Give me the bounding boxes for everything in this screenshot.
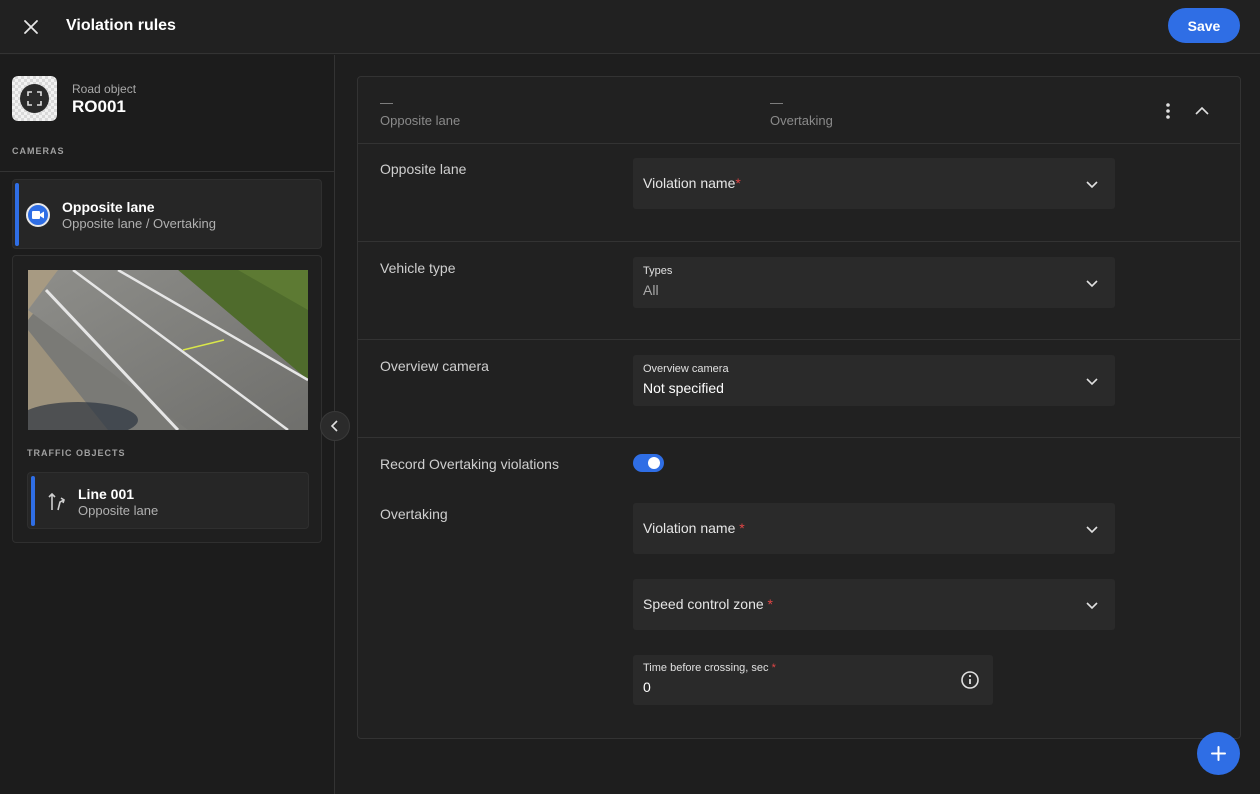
required-mark: *: [735, 175, 741, 191]
vehicle-type-select[interactable]: Types All: [633, 257, 1115, 308]
time-before-crossing-field[interactable]: Time before crossing, sec * 0: [633, 655, 993, 705]
traffic-object-item[interactable]: Line 001 Opposite lane: [27, 472, 309, 529]
chevron-up-icon[interactable]: [1192, 101, 1212, 121]
field-floating-label: Time before crossing, sec *: [643, 662, 776, 674]
select-label: Speed control zone *: [643, 596, 773, 612]
header-column-opposite-lane: — Opposite lane: [380, 95, 460, 128]
select-label: Violation name*: [643, 175, 741, 191]
header-label: Overtaking: [770, 113, 833, 128]
select-floating-label: Overview camera: [643, 363, 729, 375]
save-button[interactable]: Save: [1168, 8, 1240, 43]
camera-name: Opposite lane: [62, 199, 155, 215]
expand-icon: [27, 91, 42, 106]
selected-indicator: [31, 476, 35, 526]
required-mark: *: [767, 596, 773, 612]
collapse-sidebar-button[interactable]: [320, 411, 350, 441]
required-mark: *: [771, 662, 776, 674]
plus-icon: [1211, 746, 1226, 761]
info-icon[interactable]: [960, 670, 980, 690]
overtaking-violation-select[interactable]: Violation name *: [633, 503, 1115, 554]
record-overtaking-label: Record Overtaking violations: [380, 456, 559, 472]
overview-camera-label: Overview camera: [380, 358, 489, 374]
header-dash: —: [380, 95, 393, 110]
divider: [358, 143, 1240, 144]
chevron-left-icon: [330, 420, 338, 432]
close-icon[interactable]: [18, 14, 44, 40]
chevron-down-icon: [1085, 177, 1099, 191]
chevron-down-icon: [1085, 598, 1099, 612]
divider: [358, 339, 1240, 340]
more-options-icon[interactable]: [1160, 101, 1176, 121]
selected-indicator: [15, 183, 19, 246]
chevron-down-icon: [1085, 374, 1099, 388]
select-label: Violation name *: [643, 520, 745, 536]
divider: [358, 241, 1240, 242]
opposite-lane-violation-select[interactable]: Violation name*: [633, 158, 1115, 209]
chevron-down-icon: [1085, 522, 1099, 536]
left-sidebar: Road object RO001 CAMERAS Opposite lane …: [0, 55, 335, 794]
add-rule-button[interactable]: [1197, 732, 1240, 775]
select-floating-label: Types: [643, 265, 673, 277]
cameras-section-title: CAMERAS: [12, 146, 65, 156]
line-crossing-icon: [46, 491, 68, 513]
overview-camera-select[interactable]: Overview camera Not specified: [633, 355, 1115, 406]
traffic-object-subtitle: Opposite lane: [78, 503, 159, 518]
select-value: All: [643, 282, 659, 298]
select-value: Not specified: [643, 380, 724, 396]
road-object-label: Road object: [72, 82, 137, 96]
road-object-id: RO001: [72, 97, 126, 116]
required-mark: *: [739, 520, 745, 536]
road-object-thumbnail: [12, 76, 57, 121]
camera-preview-card: TRAFFIC OBJECTS Line 001 Opposite lane: [12, 255, 322, 543]
header-label: Opposite lane: [380, 113, 461, 128]
header-dash: —: [770, 95, 783, 110]
traffic-objects-section-title: TRAFFIC OBJECTS: [27, 448, 126, 458]
rule-panel: — Opposite lane — Overtaking Opposite la…: [357, 76, 1241, 739]
divider: [0, 171, 335, 172]
camera-item[interactable]: Opposite lane Opposite lane / Overtaking: [12, 179, 322, 249]
speed-control-zone-select[interactable]: Speed control zone *: [633, 579, 1115, 630]
chevron-down-icon: [1085, 276, 1099, 290]
overtaking-label: Overtaking: [380, 506, 448, 522]
toggle-knob: [648, 457, 660, 469]
field-value: 0: [643, 679, 651, 695]
opposite-lane-label: Opposite lane: [380, 161, 467, 177]
video-camera-icon: [26, 203, 50, 227]
camera-subtitle: Opposite lane / Overtaking: [62, 216, 216, 231]
traffic-object-name: Line 001: [78, 486, 135, 502]
camera-preview-image: [28, 270, 308, 430]
top-bar: Violation rules Save: [0, 0, 1260, 54]
page-title: Violation rules: [66, 17, 176, 34]
header-column-overtaking: — Overtaking: [770, 95, 833, 128]
divider: [358, 437, 1240, 438]
record-overtaking-toggle[interactable]: [633, 454, 664, 472]
vehicle-type-label: Vehicle type: [380, 260, 456, 276]
